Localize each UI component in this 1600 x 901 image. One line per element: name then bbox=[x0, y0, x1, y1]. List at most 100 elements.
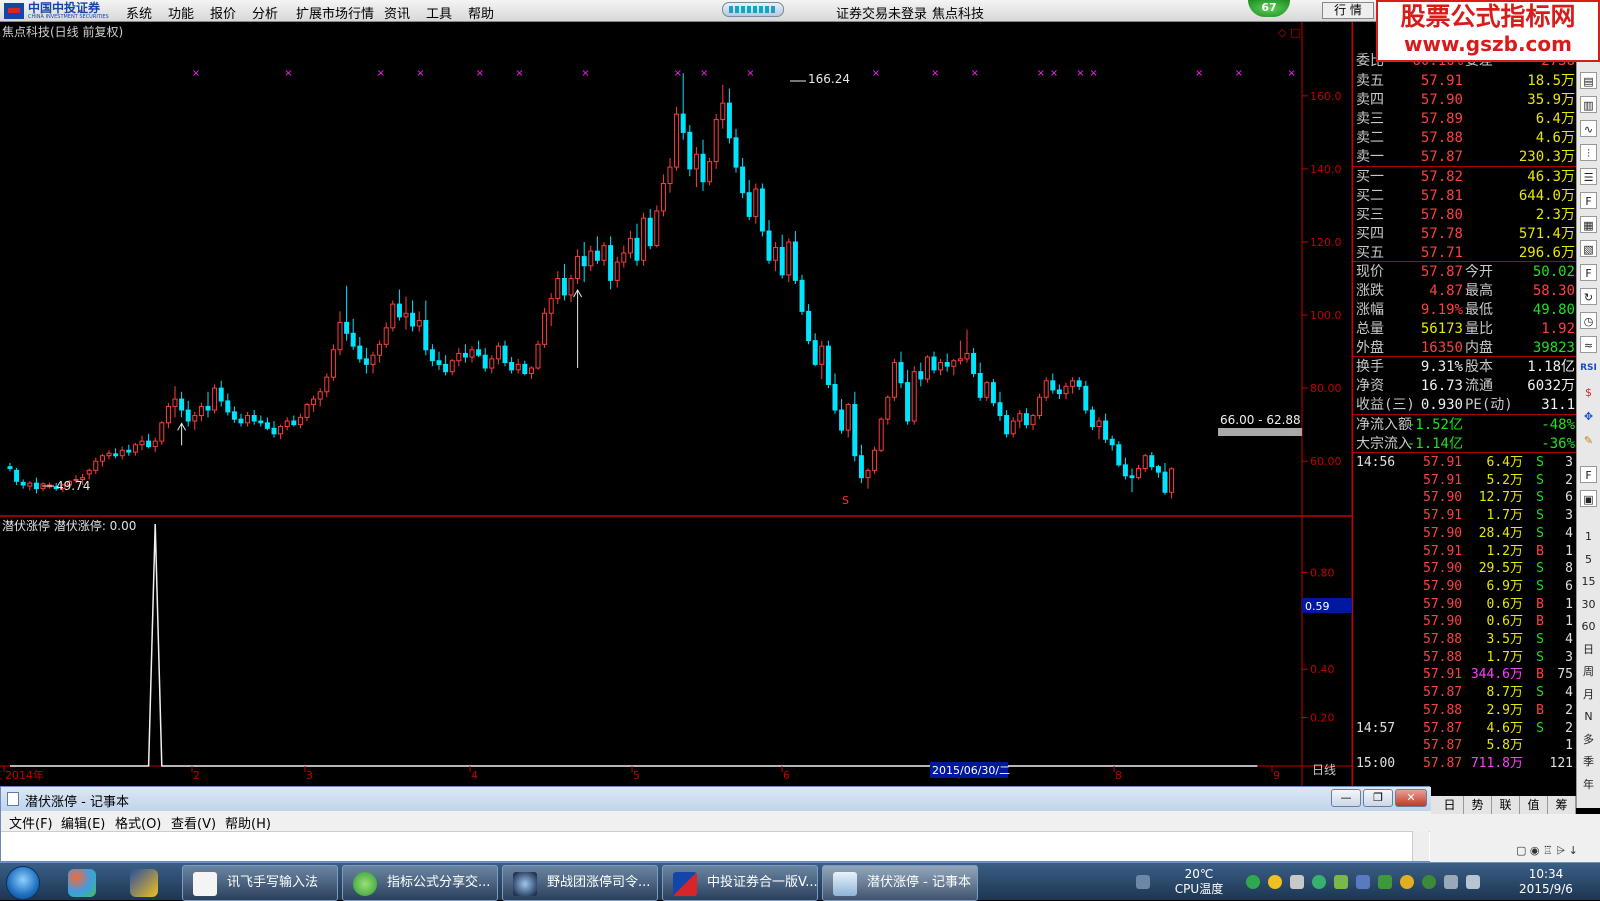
period-button[interactable]: 5 bbox=[1580, 551, 1597, 568]
taskbar-item-formula-share[interactable]: 指标公式分享交... bbox=[342, 865, 498, 901]
user-icon[interactable] bbox=[1290, 875, 1304, 889]
tick-side: B bbox=[1536, 667, 1544, 683]
period-button[interactable]: 日 bbox=[1580, 641, 1597, 658]
list-icon[interactable]: ☰ bbox=[1580, 168, 1597, 185]
tick-price: 57.87 bbox=[1423, 685, 1463, 701]
performance-badge[interactable]: 67 bbox=[1248, 0, 1290, 17]
rsi-icon[interactable]: RSI bbox=[1580, 360, 1597, 377]
chart-corner-icon[interactable]: ◇ □ bbox=[1278, 26, 1300, 39]
tray-app-icon[interactable] bbox=[1246, 875, 1260, 889]
bar-chart-icon[interactable]: ▥ bbox=[1580, 96, 1597, 113]
candle bbox=[159, 421, 165, 445]
menu-help-notepad[interactable]: 帮助(H) bbox=[225, 813, 271, 832]
minimize-button[interactable]: — bbox=[1331, 789, 1361, 807]
menu-extended-market[interactable]: 扩展市场行情 bbox=[296, 3, 374, 22]
shield-icon[interactable] bbox=[1422, 875, 1436, 889]
period-button[interactable]: N bbox=[1580, 708, 1597, 725]
tick-side: S bbox=[1536, 649, 1544, 665]
clock-icon[interactable]: ◷ bbox=[1580, 312, 1597, 329]
menu-news[interactable]: 资讯 bbox=[384, 3, 410, 22]
candle-icon[interactable]: ⫶ bbox=[1580, 144, 1597, 161]
volume-icon[interactable] bbox=[1466, 875, 1480, 889]
menu-function[interactable]: 功能 bbox=[168, 3, 194, 22]
candle bbox=[390, 300, 396, 332]
candle bbox=[1116, 441, 1122, 467]
menu-quote[interactable]: 报价 bbox=[210, 3, 236, 22]
bottom-tab[interactable]: 日 bbox=[1436, 796, 1464, 814]
display-icon[interactable] bbox=[1356, 875, 1370, 889]
taskbar-item-limit-up[interactable]: 野战团涨停司令... bbox=[502, 865, 658, 901]
note-icon[interactable]: ▧ bbox=[1580, 240, 1597, 257]
tick-count: 4 bbox=[1565, 525, 1573, 541]
tick-volume: 0.6万 bbox=[1486, 596, 1523, 612]
candle bbox=[330, 344, 336, 381]
line-chart-icon[interactable]: ∿ bbox=[1580, 120, 1597, 137]
period-button[interactable]: 多 bbox=[1580, 731, 1597, 748]
move-icon[interactable]: ✥ bbox=[1580, 408, 1597, 425]
media-app-icon[interactable] bbox=[68, 869, 96, 897]
menu-system[interactable]: 系统 bbox=[126, 3, 152, 22]
period-button[interactable]: 60 bbox=[1580, 618, 1597, 635]
image-icon[interactable]: ▣ bbox=[1580, 490, 1597, 507]
menu-edit[interactable]: 编辑(E) bbox=[61, 813, 105, 832]
f12-icon[interactable]: F bbox=[1580, 264, 1597, 281]
period-button[interactable]: 月 bbox=[1580, 686, 1597, 703]
qq-icon[interactable] bbox=[1268, 875, 1282, 889]
plus-icon[interactable] bbox=[1400, 875, 1414, 889]
bottom-tab[interactable]: 联 bbox=[1492, 796, 1520, 814]
pen-app-icon[interactable] bbox=[130, 869, 158, 897]
close-button[interactable]: ✕ bbox=[1395, 789, 1427, 807]
tick-count: 1 bbox=[1565, 738, 1573, 754]
tick-count: 3 bbox=[1565, 455, 1573, 470]
menu-file[interactable]: 文件(F) bbox=[9, 813, 53, 832]
tick-count: 2 bbox=[1565, 720, 1573, 736]
tick-time: 15:00 bbox=[1356, 755, 1396, 771]
tick-count: 1 bbox=[1565, 596, 1573, 612]
clock[interactable]: 10:34 2015/9/6 bbox=[1500, 867, 1592, 897]
wave-icon[interactable]: ≈ bbox=[1580, 336, 1597, 353]
wechat-icon[interactable] bbox=[1334, 875, 1348, 889]
tick-row: 57.91 5.2万 S 2 bbox=[1353, 472, 1577, 490]
cycle-icon[interactable]: ↻ bbox=[1580, 288, 1597, 305]
kline-chart[interactable]: 焦点科技(日线 前复权) ◇ □ 160.0140.0120.0100.080.… bbox=[0, 22, 1352, 786]
menu-help[interactable]: 帮助 bbox=[468, 3, 494, 22]
f5-icon[interactable]: F bbox=[1580, 466, 1597, 483]
tick-price: 57.90 bbox=[1423, 525, 1463, 541]
kline-icon[interactable]: ▤ bbox=[1580, 72, 1597, 89]
security-icon[interactable] bbox=[1312, 875, 1326, 889]
network-icon[interactable] bbox=[1444, 875, 1458, 889]
bottom-tab[interactable]: 值 bbox=[1520, 796, 1548, 814]
notepad-scrollbar[interactable] bbox=[1412, 831, 1429, 861]
period-button[interactable]: 15 bbox=[1580, 573, 1597, 590]
period-button[interactable]: 30 bbox=[1580, 596, 1597, 613]
candle bbox=[1043, 377, 1049, 401]
period-button[interactable]: 周 bbox=[1580, 663, 1597, 680]
pen-icon[interactable]: ✎ bbox=[1580, 432, 1597, 449]
taskbar-item-notepad[interactable]: 潜伏涨停 - 记事本 bbox=[822, 865, 978, 901]
bottom-tab[interactable]: 筹 bbox=[1548, 796, 1576, 814]
start-button[interactable] bbox=[6, 866, 40, 900]
period-button[interactable]: 1 bbox=[1580, 528, 1597, 545]
notepad-editor[interactable] bbox=[1, 831, 1431, 861]
bottom-tab[interactable]: 势 bbox=[1464, 796, 1492, 814]
report-icon[interactable]: ▦ bbox=[1580, 216, 1597, 233]
f10-icon[interactable]: F bbox=[1580, 192, 1597, 209]
menu-analysis[interactable]: 分析 bbox=[252, 3, 278, 22]
notepad-titlebar[interactable]: 潜伏涨停 - 记事本 — ❐ ✕ bbox=[1, 787, 1431, 811]
taskbar-item-broker-app[interactable]: 中投证券合一版V... bbox=[662, 865, 818, 901]
tick-side: B bbox=[1536, 543, 1544, 559]
quote-value: 35.9万 bbox=[1527, 92, 1575, 108]
footer-icons[interactable]: ▢ ◉ ♖ ⩥ ↓ bbox=[1516, 844, 1578, 858]
taskbar-item-handwriting[interactable]: 讯飞手写输入法 bbox=[182, 865, 338, 901]
menu-view[interactable]: 查看(V) bbox=[171, 813, 216, 832]
quote-button[interactable]: 行 情 bbox=[1322, 2, 1374, 19]
period-label[interactable]: 日线 bbox=[1312, 763, 1336, 777]
sync-icon[interactable] bbox=[1378, 875, 1392, 889]
maximize-button[interactable]: ❐ bbox=[1363, 789, 1393, 807]
menu-tools[interactable]: 工具 bbox=[426, 3, 452, 22]
period-button[interactable]: 年 bbox=[1580, 776, 1597, 793]
dollar-icon[interactable]: $ bbox=[1580, 384, 1597, 401]
period-button[interactable]: 季 bbox=[1580, 753, 1597, 770]
menu-format[interactable]: 格式(O) bbox=[115, 813, 161, 832]
keyboard-icon[interactable] bbox=[1136, 875, 1150, 889]
